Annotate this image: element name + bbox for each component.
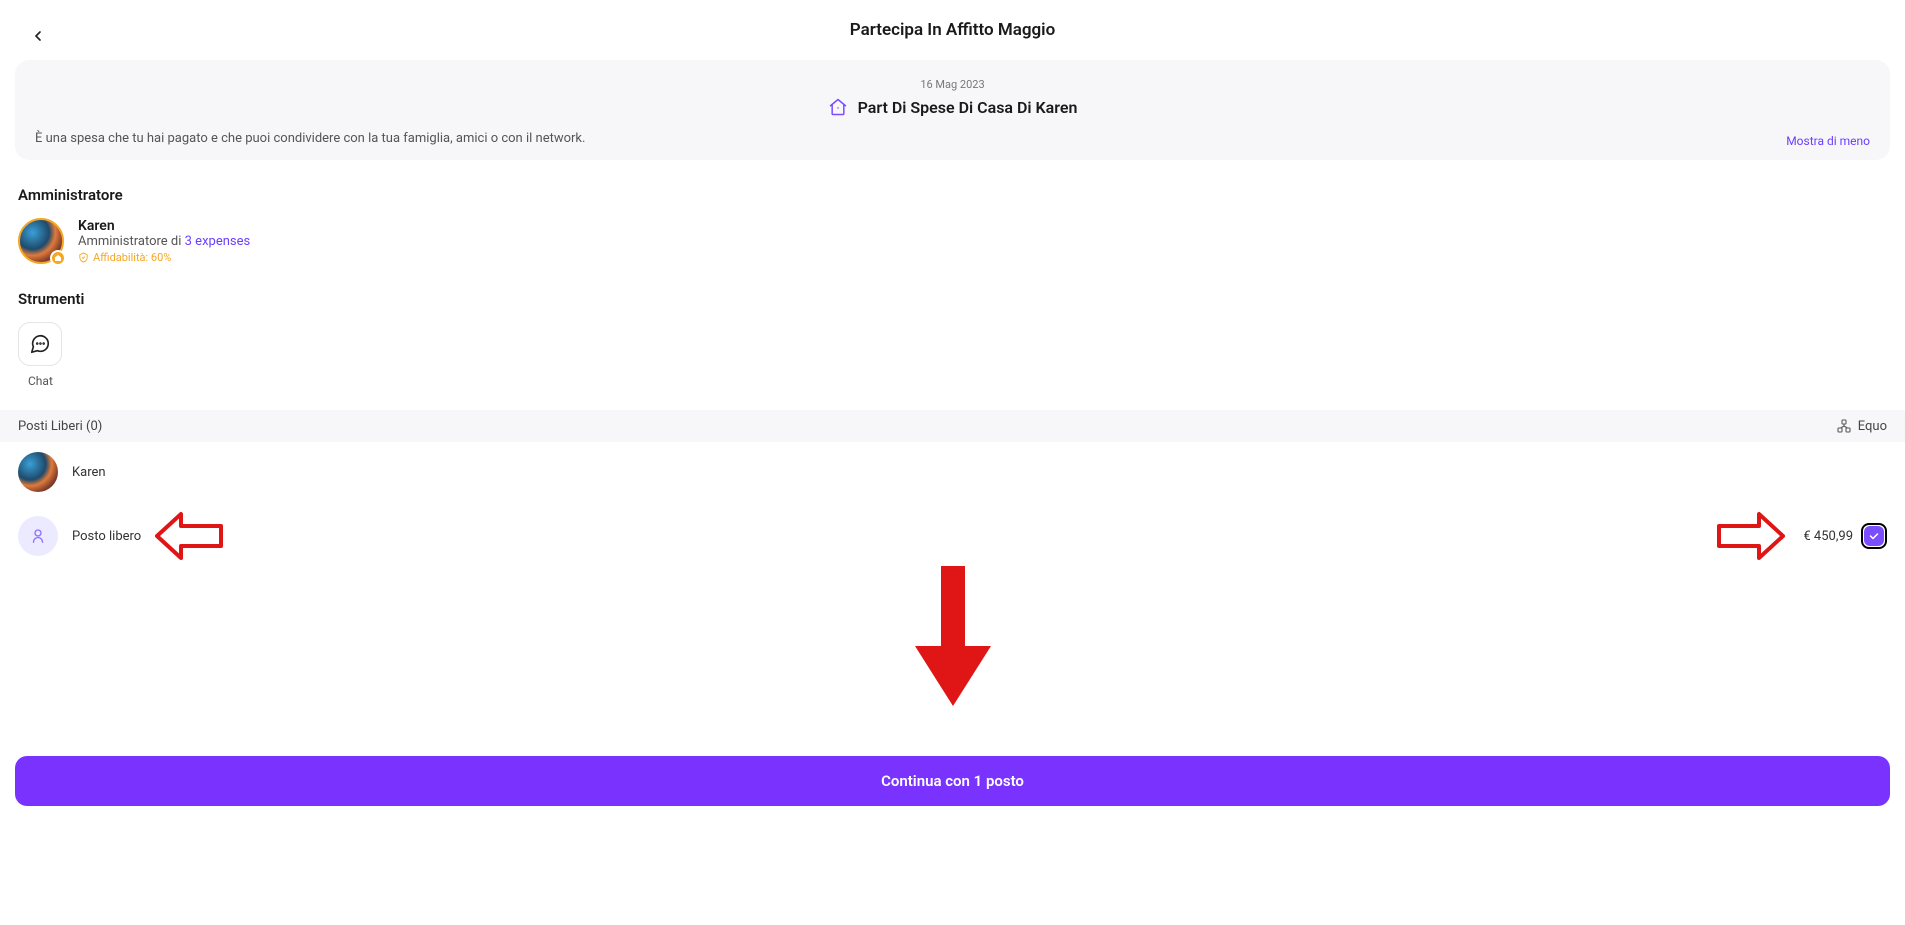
distribution-icon bbox=[1836, 418, 1852, 434]
expense-title-row: Part Di Spese Di Casa Di Karen bbox=[35, 97, 1870, 117]
person-icon bbox=[29, 527, 47, 545]
chat-tool-label: Chat bbox=[28, 374, 1887, 388]
admin-avatar bbox=[18, 218, 64, 264]
slot-price: € 450,99 bbox=[1803, 529, 1853, 544]
shield-check-icon bbox=[78, 252, 89, 263]
participant-name: Karen bbox=[72, 465, 106, 480]
admin-badge-icon bbox=[50, 250, 66, 266]
tools-section: Strumenti Chat bbox=[0, 290, 1905, 388]
admin-name: Karen bbox=[78, 218, 250, 234]
chat-icon bbox=[29, 333, 51, 355]
free-slot-label: Posto libero bbox=[72, 529, 141, 544]
house-icon bbox=[828, 97, 848, 117]
empty-slot-avatar bbox=[18, 516, 58, 556]
tools-section-title: Strumenti bbox=[18, 290, 1887, 308]
reliability-badge: Affidabilità: 60% bbox=[78, 251, 250, 264]
admin-row[interactable]: Karen Amministratore di 3 expenses Affid… bbox=[18, 218, 1887, 264]
participant-avatar bbox=[18, 452, 58, 492]
continue-button[interactable]: Continua con 1 posto bbox=[15, 756, 1890, 806]
back-button[interactable] bbox=[30, 28, 46, 44]
admin-expenses-link[interactable]: 3 expenses bbox=[185, 234, 251, 249]
chat-tool-button[interactable] bbox=[18, 322, 62, 366]
continue-button-label: Continua con 1 posto bbox=[881, 772, 1024, 790]
admin-section-title: Amministratore bbox=[18, 186, 1887, 204]
admin-role-prefix: Amministratore di bbox=[78, 234, 185, 249]
page-title: Partecipa In Affitto Maggio bbox=[0, 20, 1905, 40]
expense-date: 16 Mag 2023 bbox=[35, 78, 1870, 91]
admin-section: Amministratore Karen Amministratore di 3… bbox=[0, 186, 1905, 264]
slot-selected-checkbox[interactable] bbox=[1861, 523, 1887, 549]
show-less-link[interactable]: Mostra di meno bbox=[1786, 134, 1870, 148]
expense-title: Part Di Spese Di Casa Di Karen bbox=[858, 98, 1078, 117]
slot-row-admin: Karen bbox=[0, 442, 1905, 502]
admin-subtitle: Amministratore di 3 expenses bbox=[78, 234, 250, 249]
expense-info-card: 16 Mag 2023 Part Di Spese Di Casa Di Kar… bbox=[15, 60, 1890, 160]
slots-header-label: Posti Liberi (0) bbox=[18, 419, 102, 434]
reliability-text: Affidabilità: 60% bbox=[93, 251, 171, 264]
annotation-arrow-down bbox=[913, 566, 993, 706]
equo-label: Equo bbox=[1858, 419, 1887, 434]
slot-row-free[interactable]: Posto libero € 450,99 bbox=[0, 506, 1905, 566]
chevron-left-icon bbox=[30, 28, 46, 44]
slots-header: Posti Liberi (0) Equo bbox=[0, 410, 1905, 442]
expense-description: È una spesa che tu hai pagato e che puoi… bbox=[35, 131, 1870, 146]
equo-toggle[interactable]: Equo bbox=[1836, 418, 1887, 434]
page-header: Partecipa In Affitto Maggio bbox=[0, 0, 1905, 60]
check-icon bbox=[1868, 530, 1880, 542]
